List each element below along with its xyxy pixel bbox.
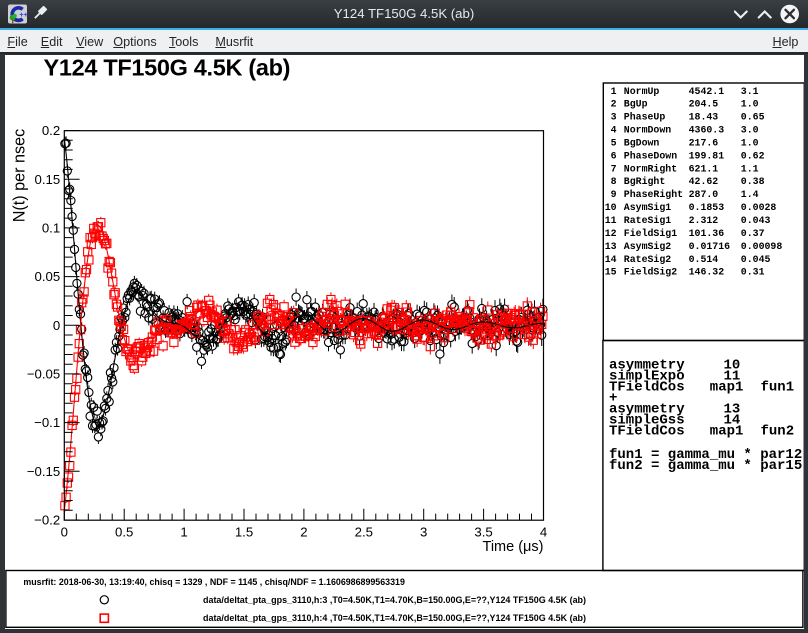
svg-text:fun1: fun1 bbox=[761, 379, 795, 395]
svg-text:map1: map1 bbox=[710, 423, 744, 439]
svg-text:0.15: 0.15 bbox=[35, 171, 61, 186]
svg-text:0.2: 0.2 bbox=[42, 123, 60, 138]
svg-text:11: 11 bbox=[605, 215, 617, 226]
svg-text:199.81: 199.81 bbox=[689, 150, 725, 161]
svg-text:PhaseDown: PhaseDown bbox=[624, 150, 677, 161]
svg-text:0.38: 0.38 bbox=[741, 176, 765, 187]
svg-text:musrfit: 2018-06-30, 13:19:40,: musrfit: 2018-06-30, 13:19:40, chisq = 1… bbox=[23, 575, 405, 586]
svg-text:RateSig1: RateSig1 bbox=[624, 215, 671, 226]
svg-text:3: 3 bbox=[420, 524, 427, 539]
svg-text:4542.1: 4542.1 bbox=[689, 85, 725, 96]
svg-text:Time (μs): Time (μs) bbox=[483, 539, 544, 555]
svg-text:map1: map1 bbox=[710, 379, 744, 395]
svg-text:−0.1: −0.1 bbox=[34, 415, 60, 430]
svg-text:0.043: 0.043 bbox=[741, 215, 771, 226]
svg-text:2.5: 2.5 bbox=[355, 524, 373, 539]
svg-text:12: 12 bbox=[605, 227, 617, 238]
svg-text:3.5: 3.5 bbox=[474, 524, 492, 539]
svg-text:0.00098: 0.00098 bbox=[741, 240, 783, 251]
svg-text:data/deltat_pta_gps_3110,h:3 ,: data/deltat_pta_gps_3110,h:3 ,T0=4.50K,T… bbox=[203, 594, 586, 605]
svg-text:PhaseRight: PhaseRight bbox=[624, 189, 683, 200]
svg-text:0: 0 bbox=[53, 317, 60, 332]
svg-text:0: 0 bbox=[61, 524, 68, 539]
svg-text:287.0: 287.0 bbox=[689, 189, 719, 200]
svg-text:204.5: 204.5 bbox=[689, 98, 719, 109]
svg-text:14: 14 bbox=[605, 253, 617, 264]
svg-text:1.4: 1.4 bbox=[741, 189, 759, 200]
svg-text:3.1: 3.1 bbox=[741, 85, 759, 96]
svg-text:0.05: 0.05 bbox=[35, 269, 61, 284]
svg-text:13: 13 bbox=[605, 240, 617, 251]
svg-text:TFieldCos: TFieldCos bbox=[609, 379, 685, 395]
svg-text:1.0: 1.0 bbox=[741, 98, 759, 109]
svg-text:10: 10 bbox=[605, 202, 617, 213]
svg-text:0.5: 0.5 bbox=[115, 524, 133, 539]
svg-text:FieldSig1: FieldSig1 bbox=[624, 227, 677, 238]
svg-text:2.312: 2.312 bbox=[689, 215, 719, 226]
svg-text:BgDown: BgDown bbox=[624, 137, 660, 148]
svg-text:NormDown: NormDown bbox=[624, 124, 671, 135]
svg-text:−0.05: −0.05 bbox=[27, 366, 60, 381]
svg-text:0.0028: 0.0028 bbox=[741, 202, 777, 213]
svg-text:BgRight: BgRight bbox=[624, 176, 665, 187]
svg-text:4: 4 bbox=[611, 124, 617, 135]
svg-text:101.36: 101.36 bbox=[689, 227, 725, 238]
svg-text:0.1: 0.1 bbox=[42, 220, 60, 235]
svg-text:42.62: 42.62 bbox=[689, 176, 719, 187]
svg-text:9: 9 bbox=[611, 189, 617, 200]
svg-text:5: 5 bbox=[611, 137, 617, 148]
svg-text:BgUp: BgUp bbox=[624, 98, 648, 109]
svg-text:3: 3 bbox=[611, 111, 617, 122]
svg-text:1: 1 bbox=[611, 85, 617, 96]
svg-text:8: 8 bbox=[611, 176, 617, 187]
svg-text:4: 4 bbox=[540, 524, 547, 539]
svg-text:1.5: 1.5 bbox=[235, 524, 253, 539]
svg-text:621.1: 621.1 bbox=[689, 163, 719, 174]
svg-text:2: 2 bbox=[611, 98, 617, 109]
svg-text:fun2 = gamma_mu * par15: fun2 = gamma_mu * par15 bbox=[609, 457, 802, 473]
svg-text:217.6: 217.6 bbox=[689, 137, 719, 148]
svg-text:data/deltat_pta_gps_3110,h:4 ,: data/deltat_pta_gps_3110,h:4 ,T0=4.50K,T… bbox=[203, 612, 586, 623]
svg-text:1.1: 1.1 bbox=[741, 163, 759, 174]
svg-text:TFieldCos: TFieldCos bbox=[609, 423, 685, 439]
svg-text:2: 2 bbox=[300, 524, 307, 539]
svg-text:3.0: 3.0 bbox=[741, 124, 759, 135]
svg-text:N(t) per nsec: N(t) per nsec bbox=[10, 128, 28, 222]
svg-text:15: 15 bbox=[605, 266, 617, 277]
svg-text:6: 6 bbox=[611, 150, 617, 161]
svg-text:0.1853: 0.1853 bbox=[689, 202, 725, 213]
svg-text:146.32: 146.32 bbox=[689, 266, 725, 277]
svg-text:0.65: 0.65 bbox=[741, 111, 765, 122]
svg-text:7: 7 bbox=[611, 163, 617, 174]
svg-text:−0.2: −0.2 bbox=[34, 512, 60, 527]
svg-text:AsymSig2: AsymSig2 bbox=[624, 240, 671, 251]
svg-text:0.514: 0.514 bbox=[689, 253, 719, 264]
svg-text:0.045: 0.045 bbox=[741, 253, 771, 264]
svg-text:18.43: 18.43 bbox=[689, 111, 719, 122]
svg-text:−0.15: −0.15 bbox=[27, 463, 60, 478]
svg-text:NormRight: NormRight bbox=[624, 163, 677, 174]
svg-text:fun2: fun2 bbox=[761, 423, 795, 439]
svg-text:0.62: 0.62 bbox=[741, 150, 765, 161]
svg-text:1.0: 1.0 bbox=[741, 137, 759, 148]
svg-text:0.31: 0.31 bbox=[741, 266, 765, 277]
svg-text:FieldSig2: FieldSig2 bbox=[624, 266, 677, 277]
svg-text:RateSig2: RateSig2 bbox=[624, 253, 671, 264]
svg-text:0.01716: 0.01716 bbox=[689, 240, 731, 251]
svg-text:4360.3: 4360.3 bbox=[689, 124, 725, 135]
svg-text:0.37: 0.37 bbox=[741, 227, 765, 238]
svg-text:Y124 TF150G 4.5K (ab): Y124 TF150G 4.5K (ab) bbox=[44, 55, 291, 80]
svg-text:1: 1 bbox=[180, 524, 187, 539]
svg-text:PhaseUp: PhaseUp bbox=[624, 111, 666, 122]
svg-text:AsymSig1: AsymSig1 bbox=[624, 202, 671, 213]
svg-text:NormUp: NormUp bbox=[624, 85, 660, 96]
